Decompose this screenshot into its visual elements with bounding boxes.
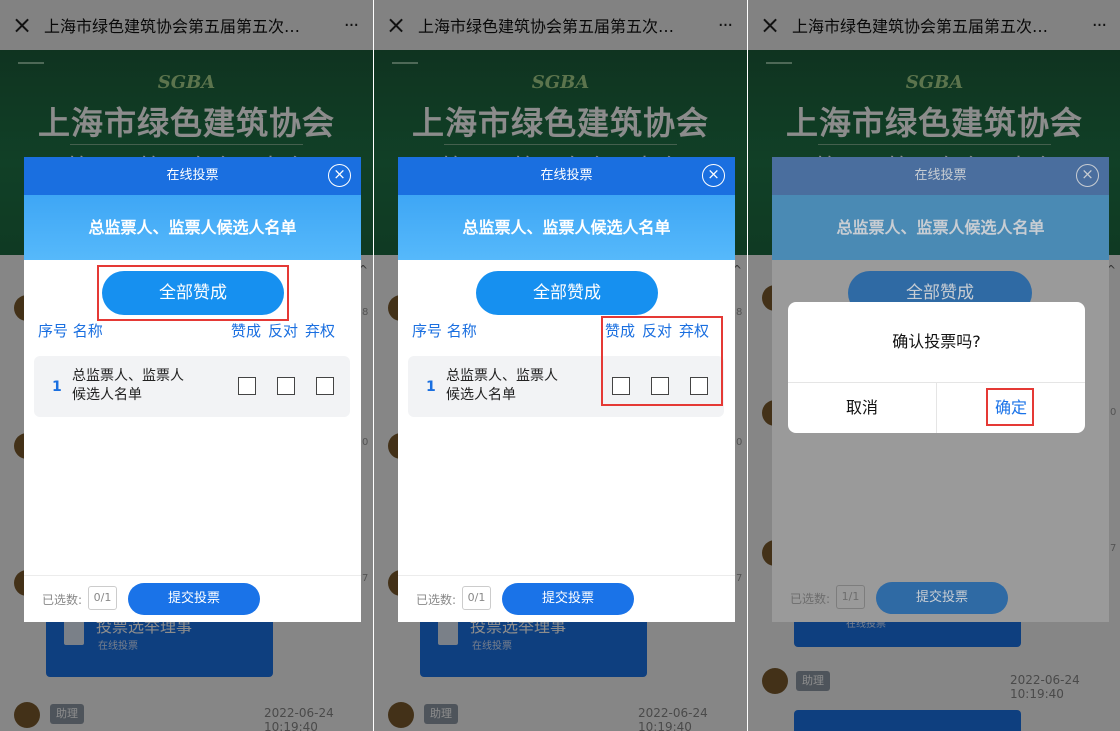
- candidate-list-title: 总监票人、监票人候选人名单: [772, 195, 1109, 260]
- close-circle-icon[interactable]: ×: [702, 164, 725, 187]
- approve-all-button[interactable]: 全部赞成: [476, 271, 658, 315]
- selected-label: 已选数:: [790, 592, 831, 606]
- close-circle-icon[interactable]: ×: [328, 164, 351, 187]
- candidate-list-title: 总监票人、监票人候选人名单: [24, 195, 361, 260]
- modal-title: 在线投票: [540, 168, 593, 183]
- phone-screen-1: × 上海市绿色建筑协会第五届第五次… ··· SGBA 上海市绿色建筑协会 第五…: [0, 0, 373, 731]
- abstain-checkbox[interactable]: [316, 377, 334, 395]
- submit-vote-button[interactable]: 提交投票: [502, 583, 634, 615]
- oppose-checkbox[interactable]: [277, 377, 295, 395]
- vote-modal: 在线投票 × 总监票人、监票人候选人名单 全部赞成 序号 名称 赞成 反对 弃权…: [24, 157, 361, 622]
- confirm-message: 确认投票吗?: [892, 332, 981, 351]
- modal-footer: 已选数: 1/1 提交投票: [772, 575, 1109, 622]
- approve-checkbox[interactable]: [238, 377, 256, 395]
- modal-footer: 已选数: 0/1 提交投票: [398, 575, 735, 622]
- modal-header: 在线投票 ×: [772, 157, 1109, 195]
- modal-footer: 已选数: 0/1 提交投票: [24, 575, 361, 622]
- candidate-name: 总监票人、监票人候选人名单: [72, 368, 184, 403]
- selected-count: 0/1: [462, 586, 491, 610]
- modal-header: 在线投票 ×: [24, 157, 361, 195]
- cancel-button[interactable]: 取消: [788, 383, 936, 433]
- column-header-abstain: 弃权: [305, 322, 336, 340]
- column-header-index-name: 序号 名称: [412, 322, 477, 340]
- selected-count: 0/1: [88, 586, 117, 610]
- candidate-name: 总监票人、监票人候选人名单: [446, 368, 558, 403]
- row-index: 1: [426, 379, 436, 395]
- modal-header: 在线投票 ×: [398, 157, 735, 195]
- highlight-box: [97, 265, 289, 321]
- modal-title: 在线投票: [166, 168, 219, 183]
- column-header-oppose: 反对: [268, 322, 299, 340]
- submit-vote-button: 提交投票: [876, 582, 1008, 614]
- phone-screen-3: × 上海市绿色建筑协会第五届第五次… ··· SGBA 上海市绿色建筑协会 第五…: [748, 0, 1120, 731]
- selected-label: 已选数:: [416, 593, 457, 607]
- close-circle-icon: ×: [1076, 164, 1099, 187]
- row-index: 1: [52, 379, 62, 395]
- modal-title: 在线投票: [914, 168, 967, 183]
- column-header-index-name: 序号 名称: [38, 322, 103, 340]
- highlight-box: [986, 388, 1034, 426]
- phone-screen-2: × 上海市绿色建筑协会第五届第五次… ··· SGBA 上海市绿色建筑协会 第五…: [374, 0, 747, 731]
- confirm-dialog: 确认投票吗? 取消 确定: [788, 302, 1085, 433]
- candidate-row: 1 总监票人、监票人候选人名单: [34, 356, 350, 417]
- selected-label: 已选数:: [42, 593, 83, 607]
- highlight-box: [601, 316, 723, 406]
- column-header-approve: 赞成: [231, 322, 262, 340]
- vote-modal: 在线投票 × 总监票人、监票人候选人名单 全部赞成 序号 名称 赞成 反对 弃权…: [398, 157, 735, 622]
- submit-vote-button[interactable]: 提交投票: [128, 583, 260, 615]
- candidate-list-title: 总监票人、监票人候选人名单: [398, 195, 735, 260]
- selected-count: 1/1: [836, 585, 865, 609]
